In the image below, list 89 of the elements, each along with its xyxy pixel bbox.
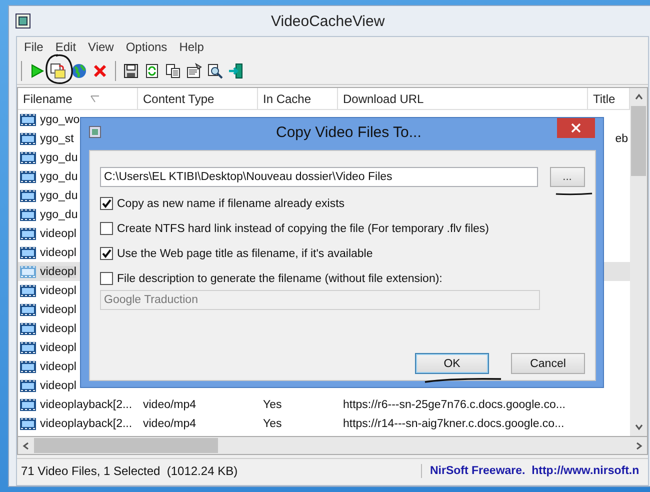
film-icon: [20, 342, 36, 354]
save-icon[interactable]: [123, 62, 139, 78]
search-icon[interactable]: [207, 62, 223, 78]
table-cell[interactable]: ygo_st: [40, 132, 74, 144]
table-cell: Yes: [263, 418, 282, 430]
scroll-right-icon[interactable]: [634, 440, 644, 450]
checkbox-label[interactable]: Create NTFS hard link instead of copying the file (For temporary .flv files): [117, 222, 489, 234]
table-cell[interactable]: videoplayback[2...: [40, 398, 132, 410]
scroll-thumb[interactable]: [34, 438, 218, 453]
table-cell: Yes: [263, 398, 282, 410]
scroll-up-icon[interactable]: [634, 92, 644, 102]
table-cell: https://r6---sn-25ge7n76.c.docs.google.co...: [343, 398, 566, 410]
checkbox-label[interactable]: Use the Web page title as filename, if it's available: [117, 248, 373, 260]
menu-item[interactable]: View: [83, 40, 119, 54]
film-icon: [20, 114, 36, 126]
refresh-icon[interactable]: [144, 62, 160, 78]
film-icon: [20, 132, 36, 144]
close-button[interactable]: [557, 118, 595, 138]
column-header[interactable]: Download URL: [338, 88, 588, 110]
table-cell[interactable]: videopl: [40, 266, 76, 278]
horizontal-scrollbar[interactable]: [17, 437, 648, 455]
menu-item[interactable]: Help: [174, 40, 209, 54]
table-cell[interactable]: videopl: [40, 246, 76, 258]
checkbox[interactable]: [100, 222, 113, 235]
copy-files-icon[interactable]: [50, 62, 66, 78]
table-cell[interactable]: videopl: [40, 322, 76, 334]
film-icon: [20, 322, 36, 334]
table-cell[interactable]: videopl: [40, 284, 76, 296]
dialog-button[interactable]: OK: [415, 353, 489, 374]
table-cell: eb: [615, 132, 628, 144]
delete-icon[interactable]: [92, 62, 108, 78]
film-icon: [20, 380, 36, 392]
dialog-icon: [89, 126, 101, 138]
window-title: VideoCacheView: [271, 12, 385, 30]
dialog-button[interactable]: Cancel: [511, 353, 585, 374]
properties-icon[interactable]: [186, 62, 202, 78]
table-cell[interactable]: videopl: [40, 228, 76, 240]
checkbox[interactable]: [100, 272, 113, 285]
app-icon: [15, 13, 31, 29]
film-icon: [20, 284, 36, 296]
vertical-scrollbar[interactable]: [630, 88, 647, 436]
film-icon: [20, 190, 36, 202]
column-header[interactable]: In Cache: [258, 88, 338, 110]
status-link[interactable]: NirSoft Freeware. http://www.nirsoft.n: [422, 465, 640, 477]
menu-item[interactable]: Options: [120, 40, 172, 54]
column-header[interactable]: Content Type: [138, 88, 258, 110]
film-icon: [20, 418, 36, 430]
table-cell: video/mp4: [143, 418, 196, 430]
dialog-title: Copy Video Files To...: [276, 124, 422, 140]
checkbox-label[interactable]: Copy as new name if filename already exists: [117, 198, 345, 210]
film-icon: [20, 246, 36, 258]
film-icon: [20, 304, 36, 316]
column-header[interactable]: Filename: [18, 88, 138, 110]
checkbox-label[interactable]: File description to generate the filename (without file extension):: [117, 272, 442, 284]
exit-icon[interactable]: [228, 62, 244, 78]
table-cell[interactable]: ygo_du: [40, 190, 78, 202]
globe-icon[interactable]: [71, 62, 87, 78]
table-cell[interactable]: ygo_du: [40, 152, 78, 164]
scroll-left-icon[interactable]: [21, 440, 31, 450]
scroll-thumb[interactable]: [631, 106, 646, 176]
table-cell: video/mp4: [143, 398, 196, 410]
close-icon[interactable]: [571, 123, 581, 133]
table-cell: https://r14---sn-aig7kner.c.docs.google.co...: [343, 418, 564, 430]
menu-item[interactable]: File: [19, 40, 48, 54]
menu-item[interactable]: Edit: [50, 40, 82, 54]
pen-underline: [555, 192, 593, 196]
film-icon: [20, 208, 36, 220]
table-cell[interactable]: ygo_du: [40, 208, 78, 220]
table-cell[interactable]: ygo_du: [40, 170, 78, 182]
table-cell[interactable]: videopl: [40, 304, 76, 316]
table-cell[interactable]: ygo_wo: [40, 114, 80, 126]
table-cell[interactable]: videopl: [40, 360, 76, 372]
play-icon[interactable]: [29, 62, 45, 78]
film-icon: [20, 266, 36, 278]
table-cell[interactable]: videopl: [40, 342, 76, 354]
film-icon: [20, 228, 36, 240]
copy-icon[interactable]: [165, 62, 181, 78]
browse-button[interactable]: ...: [550, 167, 585, 187]
checkbox[interactable]: [100, 197, 113, 210]
table-cell[interactable]: videoplayback[2...: [40, 418, 132, 430]
film-icon: [20, 170, 36, 182]
film-icon: [20, 152, 36, 164]
checkbox[interactable]: [100, 247, 113, 260]
table-cell[interactable]: videopl: [40, 380, 76, 392]
film-icon: [20, 398, 36, 410]
scroll-down-icon[interactable]: [634, 422, 644, 432]
film-icon: [20, 360, 36, 372]
path-field[interactable]: C:\Users\EL KTIBI\Desktop\Nouveau dossier\Video Files: [100, 167, 538, 187]
status-text: 71 Video Files, 1 Selected (1012.24 KB): [17, 464, 422, 478]
